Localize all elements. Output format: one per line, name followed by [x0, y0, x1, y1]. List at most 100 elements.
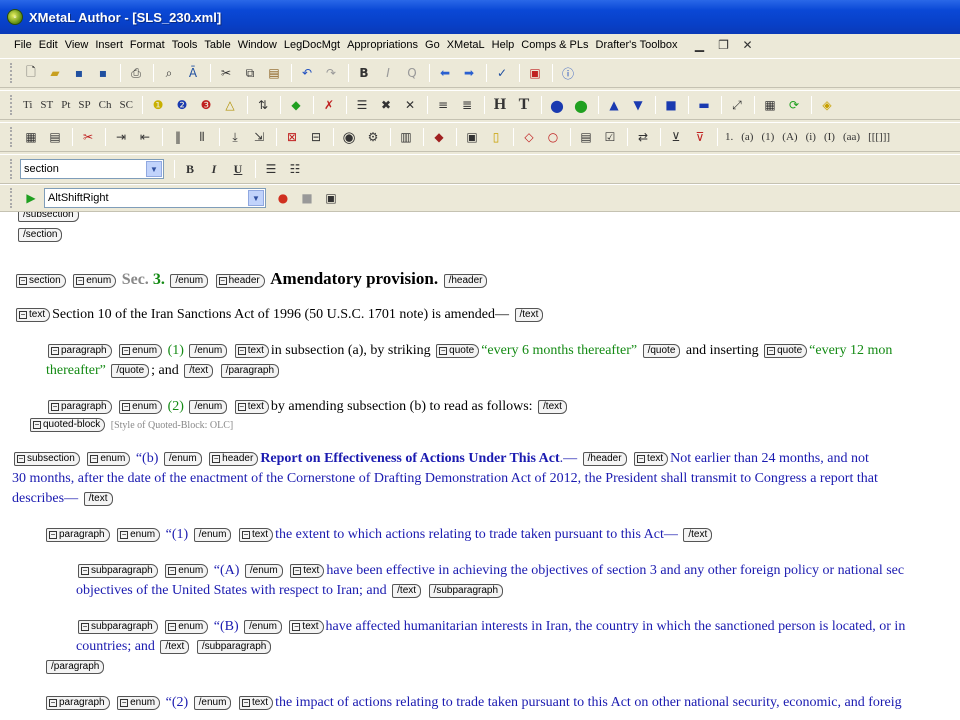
tag-enum-close[interactable]: /enum [244, 620, 282, 634]
stop-icon[interactable]: ■ [296, 187, 318, 209]
enum-style-1paren-button[interactable]: (1) [758, 126, 777, 148]
menu-go[interactable]: Go [425, 39, 440, 51]
sort-icon[interactable]: ⇅ [252, 94, 274, 116]
find-icon[interactable]: ⌕ [158, 62, 180, 84]
tag-text-close[interactable]: /text [184, 364, 214, 378]
undo-icon[interactable]: ↶ [296, 62, 318, 84]
tag-quote-close[interactable]: /quote [642, 344, 681, 358]
circle-1-icon[interactable]: ❶ [147, 94, 169, 116]
red-diamond-icon[interactable]: ◆ [428, 126, 450, 148]
move-down-icon[interactable]: ▼ [627, 94, 649, 116]
tag-section[interactable]: − section [16, 274, 66, 288]
numbered-list-icon[interactable]: ☰ [260, 158, 282, 180]
save-icon[interactable]: ▪ [68, 62, 90, 84]
tag-paragraph[interactable]: − paragraph [48, 400, 112, 414]
tag-text[interactable]: − text [290, 564, 325, 578]
tag-enum[interactable]: − enum [119, 400, 163, 414]
menu-table[interactable]: Table [204, 39, 230, 51]
table-properties-icon[interactable]: ▤ [44, 126, 66, 148]
tag-subsection-close[interactable]: /subsection [18, 212, 79, 222]
tag-enum[interactable]: − enum [73, 274, 117, 288]
form-icon[interactable]: ▥ [395, 126, 417, 148]
style-select[interactable]: section ▼ [20, 159, 164, 179]
insert-element-icon[interactable]: ◆ [285, 94, 307, 116]
close-icon[interactable]: ✕ [739, 37, 757, 53]
tag-text-close[interactable]: /text [392, 584, 422, 598]
column-split-icon[interactable]: ⫴ [191, 126, 213, 148]
tag-paragraph-close[interactable]: /paragraph [220, 364, 280, 378]
attributes-icon[interactable]: ⚙ [362, 126, 384, 148]
remove-tag-icon[interactable]: ✖ [375, 94, 397, 116]
outdent-icon[interactable]: ⇤ [134, 126, 156, 148]
menu-edit[interactable]: Edit [39, 39, 58, 51]
split-element-icon[interactable]: ☰ [351, 94, 373, 116]
tag-text-close[interactable]: /text [514, 308, 544, 322]
tag-enum-close[interactable]: /enum [193, 696, 232, 710]
cut-icon[interactable]: ✂ [215, 62, 237, 84]
tag-paragraph[interactable]: − paragraph [48, 344, 112, 358]
insert-below-icon[interactable]: ⤓ [224, 126, 246, 148]
move-up-icon[interactable]: ▲ [603, 94, 625, 116]
tag-enum-close[interactable]: /enum [189, 344, 228, 358]
fill-in-icon[interactable]: ▤ [575, 126, 597, 148]
tag-quote-close[interactable]: /quote [111, 364, 150, 378]
insert-part-button[interactable]: Pt [58, 94, 73, 116]
menu-appropriations[interactable]: Appropriations [347, 39, 418, 51]
text-t-icon[interactable]: T [513, 94, 535, 116]
filter-icon[interactable]: ⊻ [665, 126, 687, 148]
menu-format[interactable]: Format [130, 39, 165, 51]
italic-button[interactable]: I [203, 158, 225, 180]
tag-enum-close[interactable]: /enum [244, 564, 283, 578]
tag-subparagraph[interactable]: − subparagraph [78, 620, 158, 634]
circle-3-icon[interactable]: ❸ [195, 94, 217, 116]
tag-enum[interactable]: − enum [165, 620, 209, 634]
insert-after-icon[interactable]: ⇲ [248, 126, 270, 148]
help-icon[interactable]: ⓘ [557, 62, 579, 84]
tag-text-close[interactable]: /text [83, 492, 113, 506]
warning-icon[interactable]: △ [219, 94, 241, 116]
dash-icon[interactable]: ▬ [693, 94, 715, 116]
bold-button[interactable]: B [179, 158, 201, 180]
tag-paragraph[interactable]: − paragraph [46, 696, 110, 710]
refresh-icon[interactable]: ⟳ [783, 94, 805, 116]
tag-enum[interactable]: − enum [117, 696, 161, 710]
restore-icon[interactable]: ❐ [715, 37, 733, 53]
tag-subparagraph[interactable]: − subparagraph [78, 564, 158, 578]
align-left-icon[interactable]: ≡ [432, 94, 454, 116]
columns-icon[interactable]: ‖ [167, 126, 189, 148]
tag-subparagraph-close[interactable]: /subparagraph [196, 640, 272, 654]
cross-ref-icon[interactable]: ⇄ [632, 126, 654, 148]
menu-view[interactable]: View [65, 39, 89, 51]
toc-icon[interactable]: ▦ [759, 94, 781, 116]
filter-remove-icon[interactable]: ⊽ [689, 126, 711, 148]
tag-header-close[interactable]: /header [443, 274, 488, 288]
chevron-down-icon[interactable]: ▼ [248, 190, 264, 206]
open-folder-icon[interactable]: ▰ [44, 62, 66, 84]
insert-subtitle-button[interactable]: ST [37, 94, 56, 116]
bulleted-list-icon[interactable]: ☷ [284, 158, 306, 180]
spellcheck-icon[interactable]: ✓ [491, 62, 513, 84]
enum-style-i-button[interactable]: (i) [803, 126, 819, 148]
quote-markup-icon[interactable]: Q [401, 62, 423, 84]
tag-subparagraph-close[interactable]: /subparagraph [428, 584, 504, 598]
record-icon[interactable]: ● [272, 187, 294, 209]
delete-element-icon[interactable]: ✗ [318, 94, 340, 116]
tag-section-close[interactable]: /section [18, 228, 63, 242]
save-all-icon[interactable]: ▪ [92, 62, 114, 84]
redo-icon[interactable]: ↷ [320, 62, 342, 84]
disc-icon[interactable]: ◉ [338, 126, 360, 148]
tag-text[interactable]: − text [238, 528, 274, 542]
enum-style-brackets-button[interactable]: [[[]]] [865, 126, 893, 148]
header-h-icon[interactable]: H [489, 94, 511, 116]
tag-enum[interactable]: − enum [165, 564, 209, 578]
italic-markup-icon[interactable]: I [377, 62, 399, 84]
run-macro-icon[interactable]: ▶ [20, 187, 42, 209]
tag-subsection[interactable]: − subsection [14, 452, 80, 466]
tag-quoted-block[interactable]: − quoted-block [30, 418, 106, 432]
resize-icon[interactable]: ⤢ [726, 94, 748, 116]
list-box-icon[interactable]: ▣ [461, 126, 483, 148]
enum-style-1-button[interactable]: 1. [722, 126, 736, 148]
enum-style-I-button[interactable]: (I) [821, 126, 838, 148]
tag-enum-close[interactable]: /enum [163, 452, 202, 466]
arrow-left-icon[interactable]: ⬅ [434, 62, 456, 84]
